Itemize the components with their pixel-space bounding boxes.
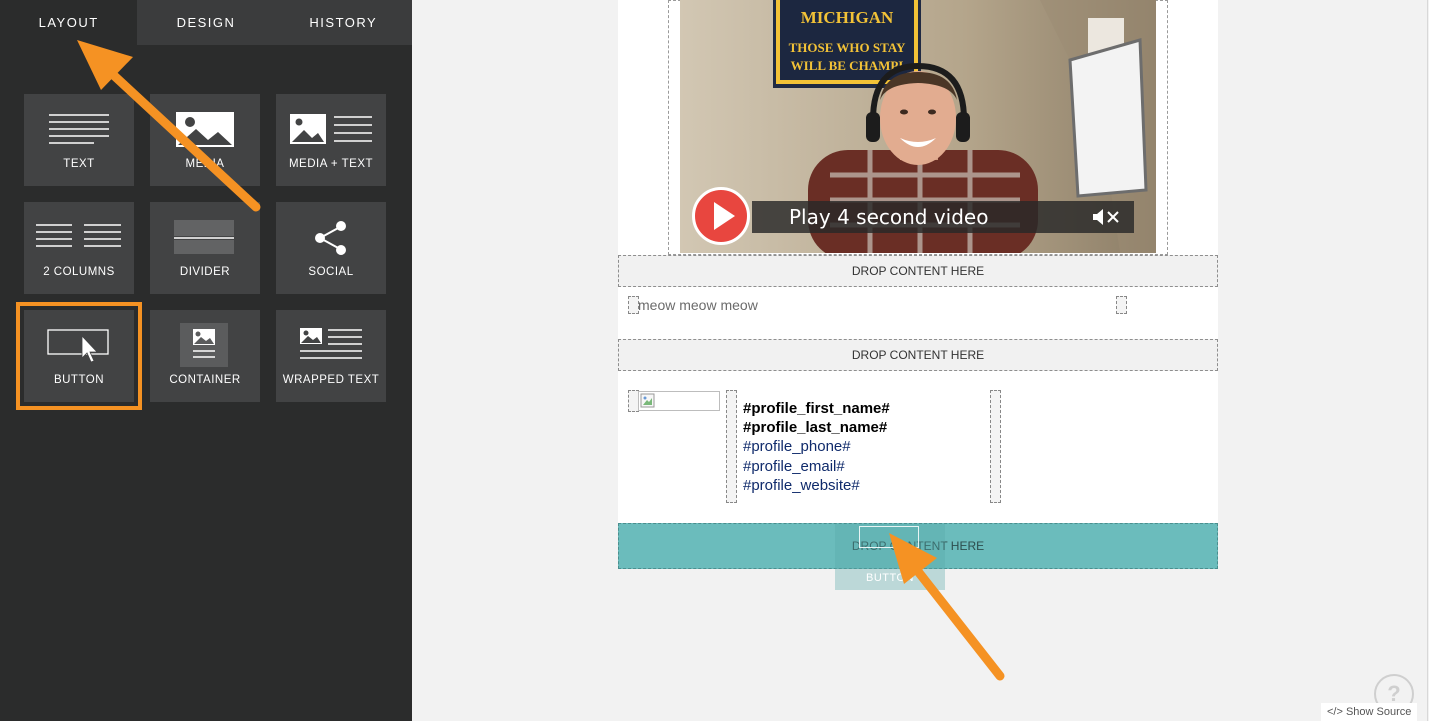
block-two-columns[interactable]: 2 COLUMNS	[24, 202, 134, 294]
banner-line1: MICHIGAN	[801, 8, 894, 27]
profile-phone[interactable]: #profile_phone#	[743, 437, 890, 456]
share-icon	[315, 221, 346, 255]
tab-history[interactable]: HISTORY	[274, 0, 412, 45]
block-label: MEDIA + TEXT	[288, 158, 374, 170]
block-label: DIVIDER	[179, 266, 231, 278]
profile-first-name: #profile_first_name#	[743, 400, 890, 417]
column-handle[interactable]	[726, 390, 737, 503]
block-media[interactable]: MEDIA	[150, 94, 260, 186]
banner-line2: THOSE WHO STAY	[789, 40, 906, 55]
block-label: WRAPPED TEXT	[282, 374, 380, 386]
block-social[interactable]: SOCIAL	[276, 202, 386, 294]
image-icon	[176, 112, 234, 147]
block-button[interactable]: BUTTON	[16, 302, 142, 410]
wrapped-text-icon	[300, 328, 362, 359]
block-sidebar: LAYOUT DESIGN HISTORY TEXT MEDIA MEDIA +…	[0, 0, 412, 721]
dragged-block-label: BUTTON	[865, 572, 915, 584]
block-divider[interactable]: DIVIDER	[150, 202, 260, 294]
broken-image-icon	[640, 393, 655, 408]
divider-icon	[174, 220, 234, 254]
text-lines-icon	[49, 114, 109, 144]
two-columns-icon	[36, 224, 121, 247]
drop-zone[interactable]: DROP CONTENT HERE	[618, 339, 1218, 371]
dragged-button-block[interactable]: BUTTON	[835, 524, 945, 590]
tab-design[interactable]: DESIGN	[137, 0, 275, 45]
play-video-label[interactable]: Play 4 second video	[789, 204, 988, 230]
block-label: MEDIA	[185, 158, 225, 170]
block-wrapped-text[interactable]: WRAPPED TEXT	[276, 310, 386, 402]
block-label: 2 COLUMNS	[43, 266, 115, 278]
profile-last-name: #profile_last_name#	[743, 419, 888, 437]
play-icon	[714, 202, 735, 230]
block-label: SOCIAL	[308, 266, 354, 278]
button-cursor-icon	[47, 329, 109, 363]
block-container[interactable]: CONTAINER	[150, 310, 260, 402]
tab-layout[interactable]: LAYOUT	[0, 0, 138, 45]
column-handle[interactable]	[990, 390, 1001, 503]
block-label: TEXT	[63, 158, 95, 170]
mute-icon[interactable]	[1091, 207, 1121, 227]
profile-website[interactable]: #profile_website#	[743, 476, 890, 495]
block-media-text[interactable]: MEDIA + TEXT	[276, 94, 386, 186]
profile-signature[interactable]: #profile_first_name# #profile_last_name#…	[743, 399, 890, 495]
text-block[interactable]: meow meow meow	[638, 297, 758, 313]
profile-email[interactable]: #profile_email#	[743, 457, 890, 476]
panel-tabs: LAYOUT DESIGN HISTORY	[0, 0, 412, 45]
button-outline	[859, 526, 919, 548]
block-label: BUTTON	[53, 374, 105, 386]
banner-line3: WILL BE CHAMPI	[791, 58, 904, 73]
broken-image-placeholder[interactable]	[638, 391, 720, 411]
show-source-button[interactable]: </> Show Source	[1321, 703, 1418, 721]
container-icon	[180, 323, 228, 367]
image-with-text-icon	[290, 114, 372, 144]
block-text[interactable]: TEXT	[24, 94, 134, 186]
scrollbar-edge	[1427, 0, 1428, 721]
column-handle[interactable]	[1116, 296, 1127, 314]
block-label: CONTAINER	[169, 374, 241, 386]
play-button[interactable]	[692, 187, 750, 245]
drop-zone[interactable]: DROP CONTENT HERE	[618, 255, 1218, 287]
